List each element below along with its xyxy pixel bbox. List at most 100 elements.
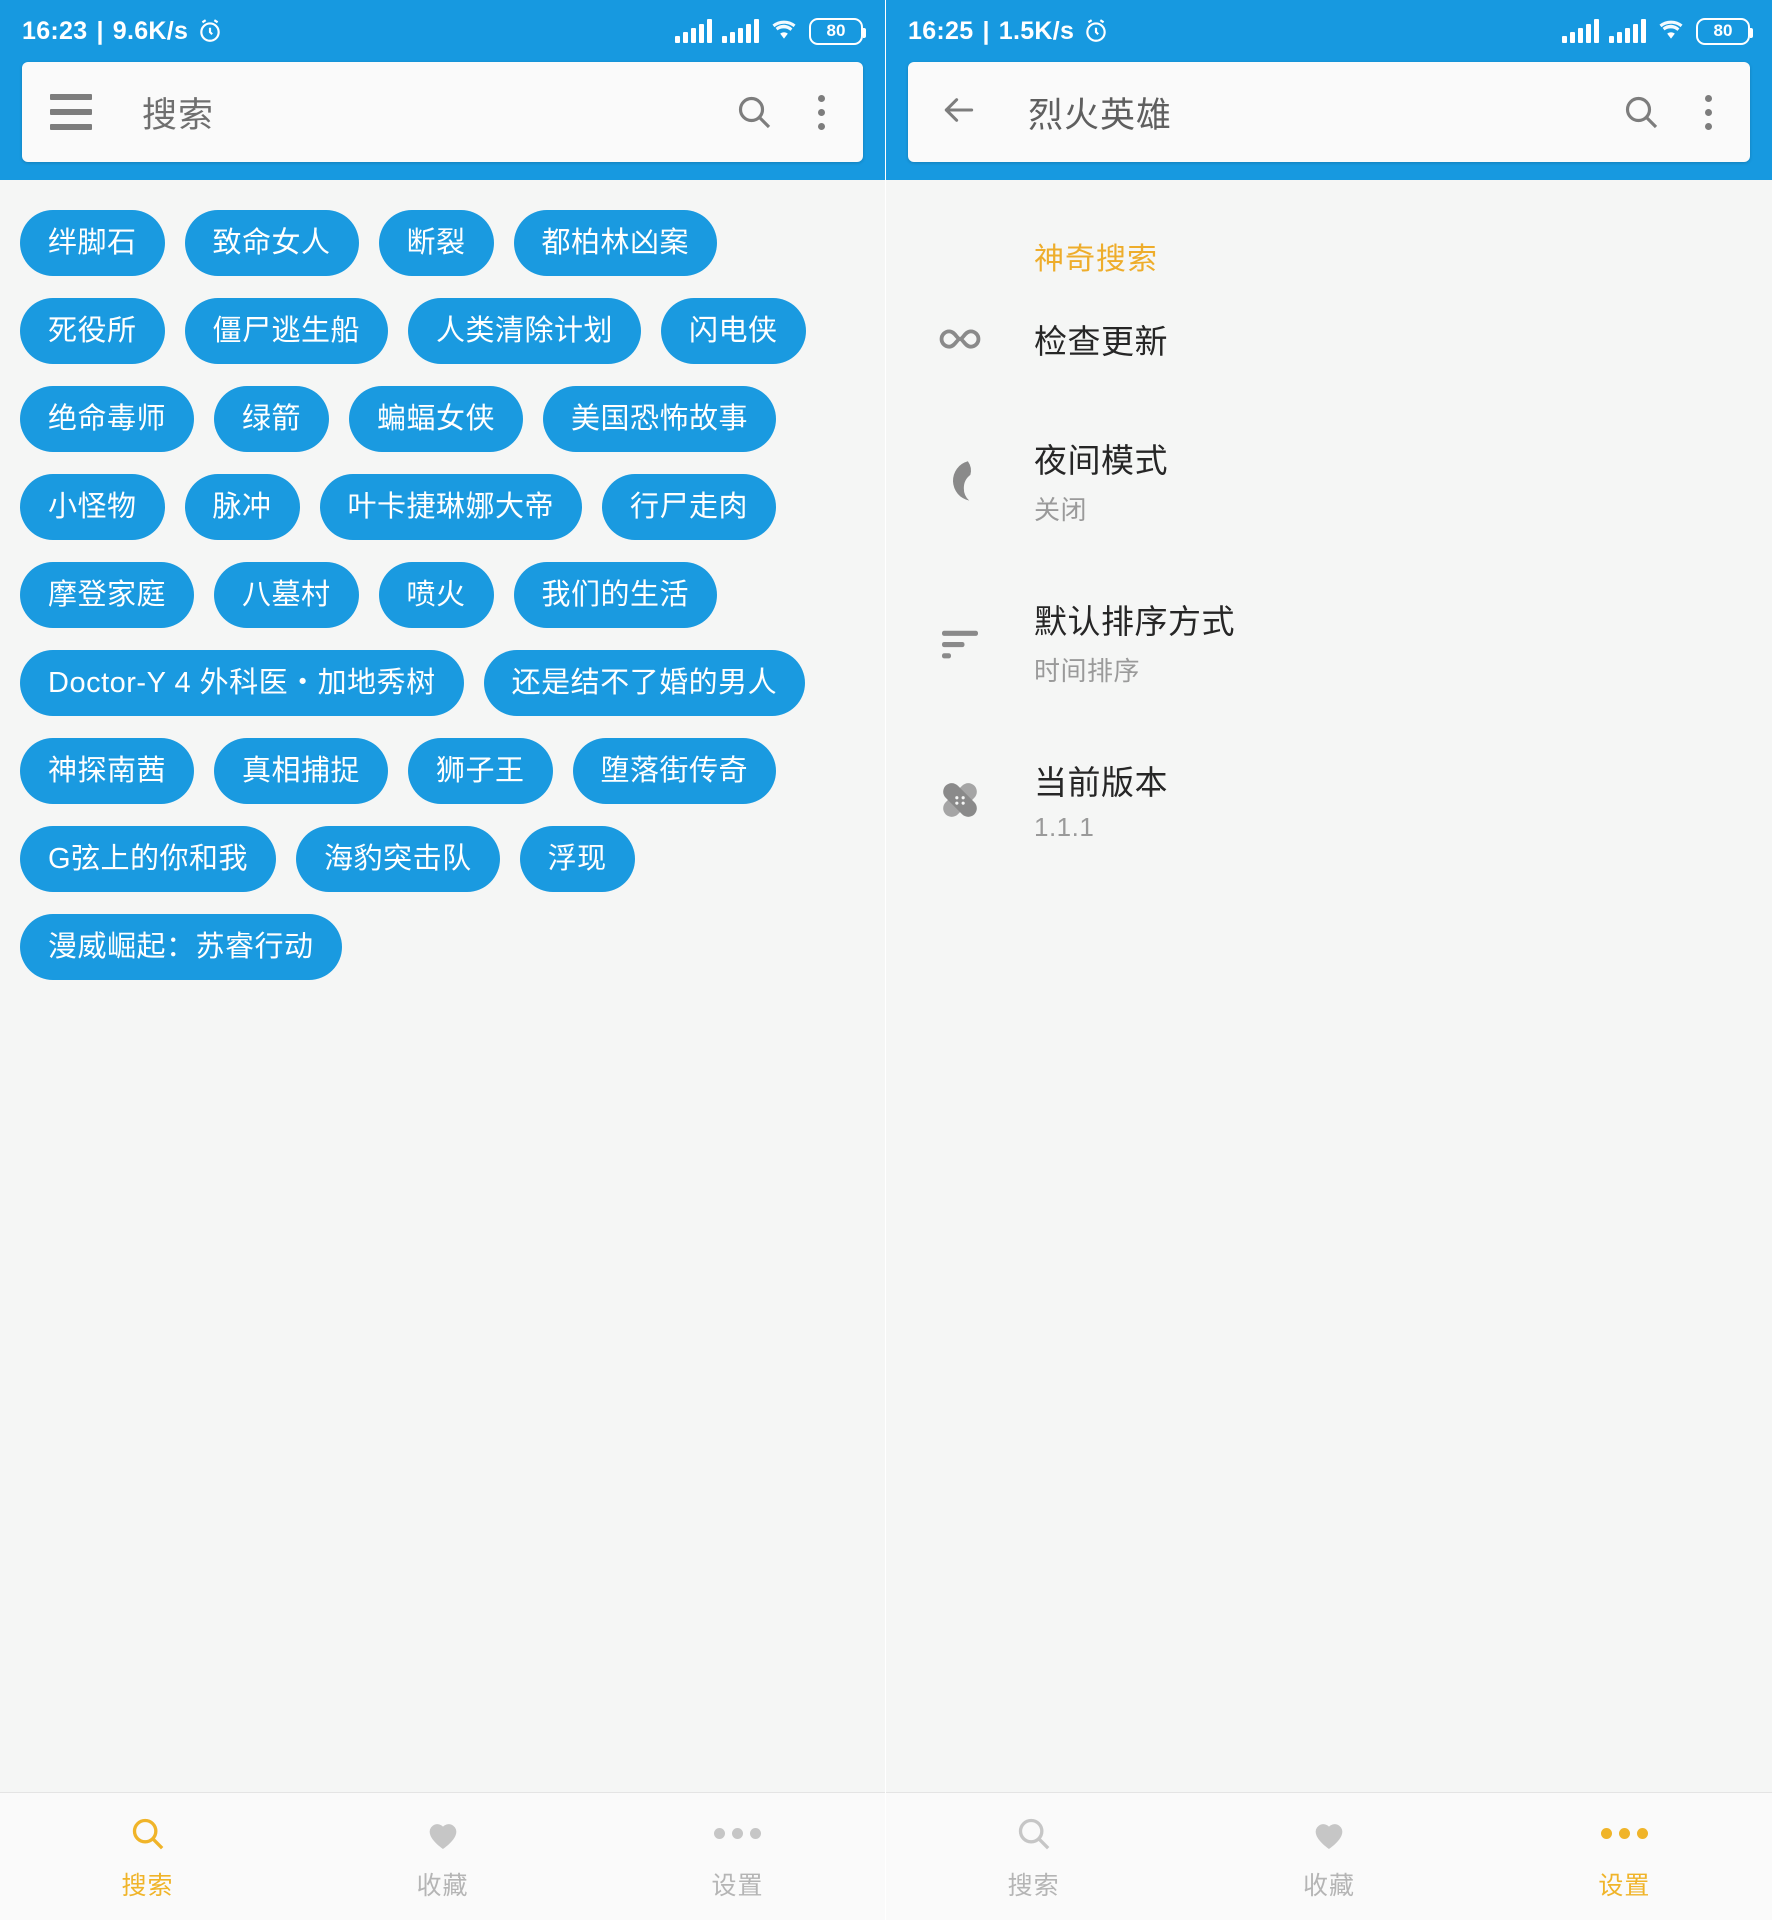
app-bar-container-left: 搜索: [0, 62, 885, 180]
search-chip[interactable]: 真相捕捉: [214, 738, 389, 804]
app-bar-container-right: 烈火英雄: [886, 62, 1772, 180]
battery-level: 80: [1713, 21, 1733, 40]
search-chip[interactable]: 摩登家庭: [20, 562, 195, 628]
nav-item-label: 搜索: [1007, 1871, 1060, 1900]
search-chip[interactable]: 都柏林凶案: [513, 210, 718, 276]
search-chip[interactable]: 漫威崛起：苏睿行动: [20, 914, 342, 980]
setting-title: 夜间模式: [1034, 442, 1168, 479]
search-chip[interactable]: 海豹突击队: [296, 826, 500, 892]
status-time: 16:23: [22, 16, 88, 45]
search-chip[interactable]: 脉冲: [184, 474, 300, 540]
search-chip[interactable]: 八墓村: [214, 562, 359, 628]
setting-text-group: 默认排序方式 时间排序: [1034, 595, 1235, 688]
app-bar-left: 搜索: [22, 62, 863, 162]
setting-title: 当前版本: [1034, 764, 1168, 801]
setting-title: 检查更新: [1034, 323, 1168, 360]
search-chip[interactable]: 叶卡捷琳娜大帝: [319, 474, 583, 540]
settings-screen: 16:25 | 1.5K/s 80 烈火英雄 神奇搜索 检查更新 夜间模式 关闭…: [886, 0, 1772, 1920]
nav-item-label: 收藏: [1302, 1871, 1355, 1900]
bottom-navigation-left: 搜索 收藏 设置: [0, 1792, 885, 1920]
sort-icon: [886, 615, 1034, 669]
more-vertical-icon[interactable]: [808, 91, 835, 134]
battery-indicator: 80: [809, 17, 866, 45]
search-icon: [1014, 1812, 1054, 1856]
search-chip[interactable]: 还是结不了婚的男人: [483, 650, 806, 716]
search-chip[interactable]: 致命女人: [184, 210, 359, 276]
status-bar-left-group: 16:25 | 1.5K/s: [908, 17, 1109, 46]
search-chip[interactable]: 行尸走肉: [602, 474, 777, 540]
search-chip[interactable]: 我们的生活: [513, 562, 718, 628]
more-vertical-icon[interactable]: [1695, 91, 1722, 134]
signal-bars-sim2-icon: [1609, 19, 1646, 43]
nav-item-search[interactable]: 搜索: [0, 1793, 295, 1920]
search-chip[interactable]: 喷火: [378, 562, 494, 628]
nav-item-favorites[interactable]: 收藏: [1181, 1793, 1476, 1920]
search-icon[interactable]: [1621, 92, 1661, 132]
search-chip[interactable]: 美国恐怖故事: [543, 386, 777, 452]
back-button[interactable]: [936, 91, 992, 134]
nav-item-settings[interactable]: 设置: [1477, 1793, 1772, 1920]
app-bar-right: 烈火英雄: [908, 62, 1750, 162]
nav-item-favorites[interactable]: 收藏: [295, 1793, 590, 1920]
search-query-text[interactable]: 烈火英雄: [992, 87, 1621, 138]
search-chip[interactable]: 闪电侠: [661, 298, 806, 364]
setting-text-group: 夜间模式 关闭: [1034, 434, 1168, 527]
signal-bars-sim2-icon: [722, 19, 759, 43]
search-field-label[interactable]: 搜索: [106, 87, 734, 138]
status-bar-right: 16:25 | 1.5K/s 80: [886, 0, 1772, 62]
setting-text-group: 当前版本 1.1.1: [1034, 756, 1168, 843]
settings-list-area: 神奇搜索 检查更新夜间模式关闭默认排序方式 时间排序当前版本 1.1.1: [886, 180, 1772, 1792]
status-separator: |: [96, 16, 104, 45]
back-arrow-icon: [936, 91, 982, 134]
setting-row[interactable]: 当前版本 1.1.1: [886, 722, 1772, 877]
setting-row[interactable]: 夜间模式 关闭: [886, 400, 1772, 561]
bottom-navigation-right: 搜索 收藏 设置: [886, 1792, 1772, 1920]
settings-section-title: 神奇搜索: [1034, 243, 1158, 276]
search-chip[interactable]: 绝命毒师: [20, 386, 195, 452]
infinity-icon: [886, 312, 1034, 366]
more-horizontal-icon: [714, 1812, 761, 1856]
alarm-clock-icon: [197, 18, 223, 44]
search-icon: [128, 1812, 168, 1856]
search-chip[interactable]: 断裂: [378, 210, 494, 276]
search-chip[interactable]: Doctor-Y 4 外科医・加地秀树: [20, 650, 464, 716]
search-chip[interactable]: 绊脚石: [20, 210, 165, 276]
setting-text-group: 检查更新: [1034, 315, 1168, 363]
setting-row[interactable]: 检查更新: [886, 278, 1772, 400]
status-time: 16:25: [908, 16, 974, 45]
setting-subtitle: 关闭: [1034, 495, 1088, 525]
wifi-icon: [769, 17, 799, 46]
signal-bars-sim1-icon: [1562, 19, 1599, 43]
nav-item-label: 设置: [1598, 1871, 1651, 1900]
bandage-icon: [886, 773, 1034, 827]
search-chip[interactable]: 人类清除计划: [408, 298, 642, 364]
more-horizontal-icon: [1600, 1812, 1648, 1856]
search-chip[interactable]: 堕落街传奇: [572, 738, 777, 804]
more-horizontal-icon: [1600, 1828, 1648, 1839]
dual-screenshot-container: 16:23 | 9.6K/s 80 搜索 绊脚石 致命女人 断裂 都柏林凶案 死…: [0, 0, 1772, 1920]
battery-level: 80: [826, 21, 846, 40]
setting-subtitle: 时间排序: [1034, 656, 1141, 686]
signal-bars-sim1-icon: [675, 19, 712, 43]
nav-item-label: 搜索: [121, 1871, 174, 1900]
nav-item-search[interactable]: 搜索: [886, 1793, 1181, 1920]
setting-row[interactable]: 默认排序方式 时间排序: [886, 561, 1772, 722]
search-chip[interactable]: G弦上的你和我: [20, 826, 277, 892]
settings-list: 检查更新夜间模式关闭默认排序方式 时间排序当前版本 1.1.1: [886, 278, 1772, 877]
search-chip[interactable]: 小怪物: [20, 474, 165, 540]
app-bar-actions-left: [734, 91, 835, 134]
nav-item-settings[interactable]: 设置: [590, 1793, 885, 1920]
search-chip[interactable]: 狮子王: [408, 738, 553, 804]
hamburger-menu-button[interactable]: [50, 94, 106, 130]
search-chip[interactable]: 蝙蝠女侠: [349, 386, 524, 452]
search-chip[interactable]: 僵尸逃生船: [184, 298, 389, 364]
search-icon[interactable]: [734, 92, 774, 132]
more-horizontal-icon: [714, 1828, 761, 1839]
search-chip[interactable]: 绿箭: [214, 386, 330, 452]
search-chip[interactable]: 浮现: [519, 826, 635, 892]
search-chip[interactable]: 死役所: [20, 298, 165, 364]
status-bar-right-group: 80: [1562, 17, 1753, 46]
nav-item-label: 收藏: [416, 1871, 469, 1900]
search-chip[interactable]: 神探南茜: [20, 738, 195, 804]
status-network-speed: 1.5K/s: [998, 16, 1075, 45]
